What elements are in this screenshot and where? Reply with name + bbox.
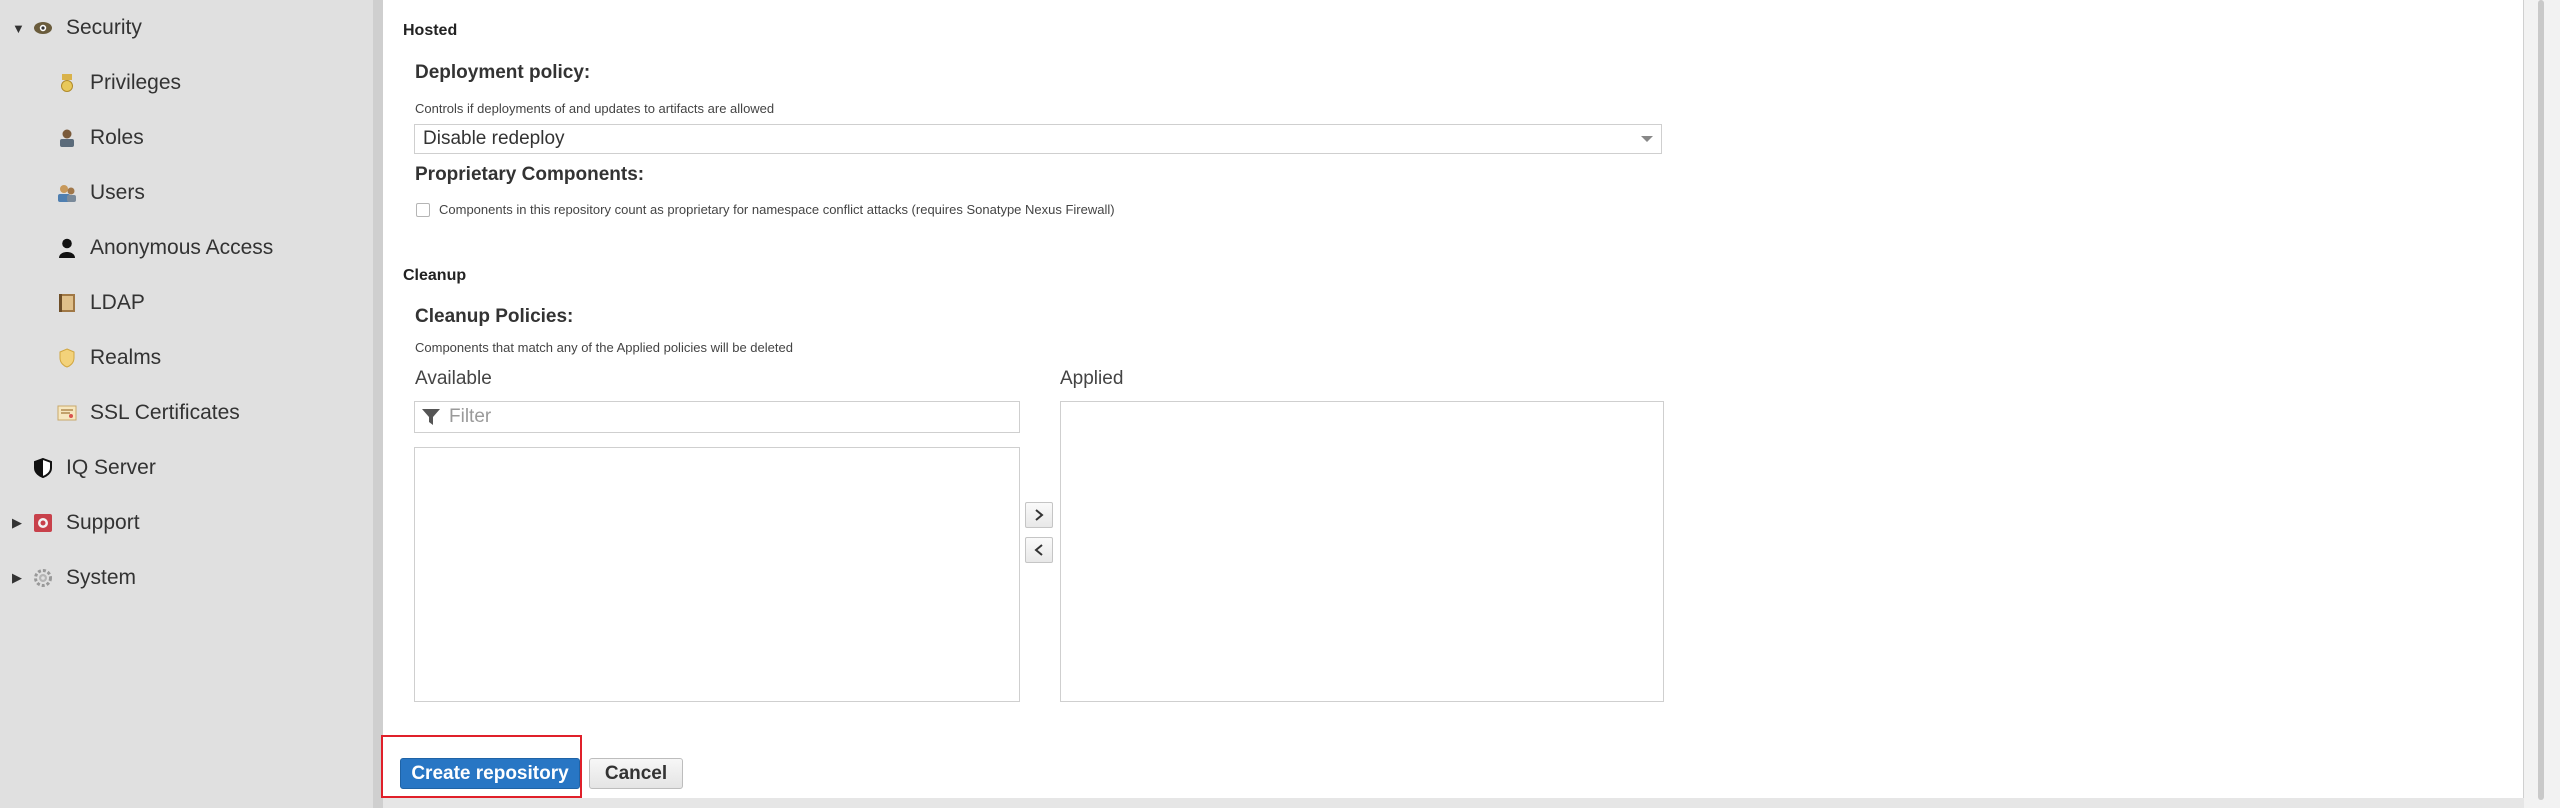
sidebar-item-privileges[interactable]: Privileges (56, 63, 181, 103)
panel-splitter[interactable] (373, 0, 383, 808)
sidebar-item-support[interactable]: ▶ Support (12, 503, 140, 543)
caret-down-icon[interactable]: ▼ (12, 21, 28, 36)
certificate-icon (56, 402, 78, 424)
sidebar-item-label: System (66, 566, 137, 589)
book-icon (56, 292, 78, 314)
move-left-button[interactable] (1025, 537, 1053, 563)
sidebar-item-anonymous-access[interactable]: Anonymous Access (56, 228, 273, 268)
sidebar-item-users[interactable]: Users (56, 173, 145, 213)
sidebar-item-security[interactable]: ▼ Security (12, 8, 142, 48)
sidebar-item-label: Users (90, 181, 145, 204)
gear-icon (32, 567, 54, 589)
sidebar-item-ldap[interactable]: LDAP (56, 283, 145, 323)
caret-right-icon[interactable]: ▶ (12, 515, 28, 531)
sidebar-item-iq-server[interactable]: IQ Server (32, 448, 156, 488)
chevron-right-icon (1035, 509, 1044, 521)
deployment-policy-label: Deployment policy: (415, 62, 591, 83)
available-label: Available (415, 368, 492, 389)
sidebar-item-label: Realms (90, 346, 162, 369)
scrollbar[interactable] (2524, 0, 2560, 808)
sidebar-item-label: Security (66, 16, 142, 39)
section-title-cleanup: Cleanup (403, 267, 467, 284)
deployment-policy-value: Disable redeploy (423, 128, 565, 149)
cleanup-policies-help: Components that match any of the Applied… (415, 340, 793, 355)
sidebar-item-ssl-certificates[interactable]: SSL Certificates (56, 393, 240, 433)
sidebar-item-label: Anonymous Access (90, 236, 274, 259)
filter-input[interactable] (447, 405, 1011, 429)
proprietary-components-label: Proprietary Components: (415, 164, 645, 185)
lifebuoy-icon (32, 512, 54, 534)
eye-icon (32, 17, 54, 39)
shield-icon (56, 347, 78, 369)
cleanup-policies-label: Cleanup Policies: (415, 306, 574, 327)
chevron-left-icon (1034, 544, 1043, 556)
medal-icon (56, 72, 78, 94)
filter-icon (421, 408, 443, 426)
sidebar-item-label: Roles (90, 126, 144, 149)
deployment-policy-help: Controls if deployments of and updates t… (415, 101, 775, 116)
sidebar-item-system[interactable]: ▶ System (12, 558, 136, 598)
sidebar-item-realms[interactable]: Realms (56, 338, 161, 378)
sidebar-item-label: Support (66, 511, 140, 534)
sidebar: ▼ Security Privileges Roles Users Anonym… (0, 0, 373, 808)
user-badge-icon (56, 127, 78, 149)
proprietary-checkbox-label: Components in this repository count as p… (439, 202, 1115, 217)
chevron-down-icon[interactable] (1641, 136, 1653, 142)
section-title-hosted: Hosted (403, 22, 458, 39)
filter-field[interactable] (414, 401, 1020, 433)
applied-list[interactable] (1060, 401, 1664, 702)
create-repository-button[interactable]: Create repository (400, 758, 580, 789)
sidebar-item-label: Privileges (90, 71, 182, 94)
deployment-policy-select[interactable]: Disable redeploy (414, 124, 1662, 154)
move-right-button[interactable] (1025, 502, 1053, 528)
sidebar-item-roles[interactable]: Roles (56, 118, 144, 158)
sidebar-item-label: IQ Server (66, 456, 156, 479)
users-icon (56, 182, 78, 204)
proprietary-checkbox[interactable] (416, 203, 430, 217)
user-icon (56, 237, 78, 259)
caret-right-icon[interactable]: ▶ (12, 570, 28, 586)
sidebar-item-label: SSL Certificates (90, 401, 240, 424)
applied-label: Applied (1060, 368, 1124, 389)
sidebar-item-label: LDAP (90, 291, 145, 314)
scrollbar-thumb[interactable] (2538, 0, 2544, 800)
cancel-button[interactable]: Cancel (589, 758, 683, 789)
available-list[interactable] (414, 447, 1020, 702)
half-shield-icon (32, 457, 54, 479)
